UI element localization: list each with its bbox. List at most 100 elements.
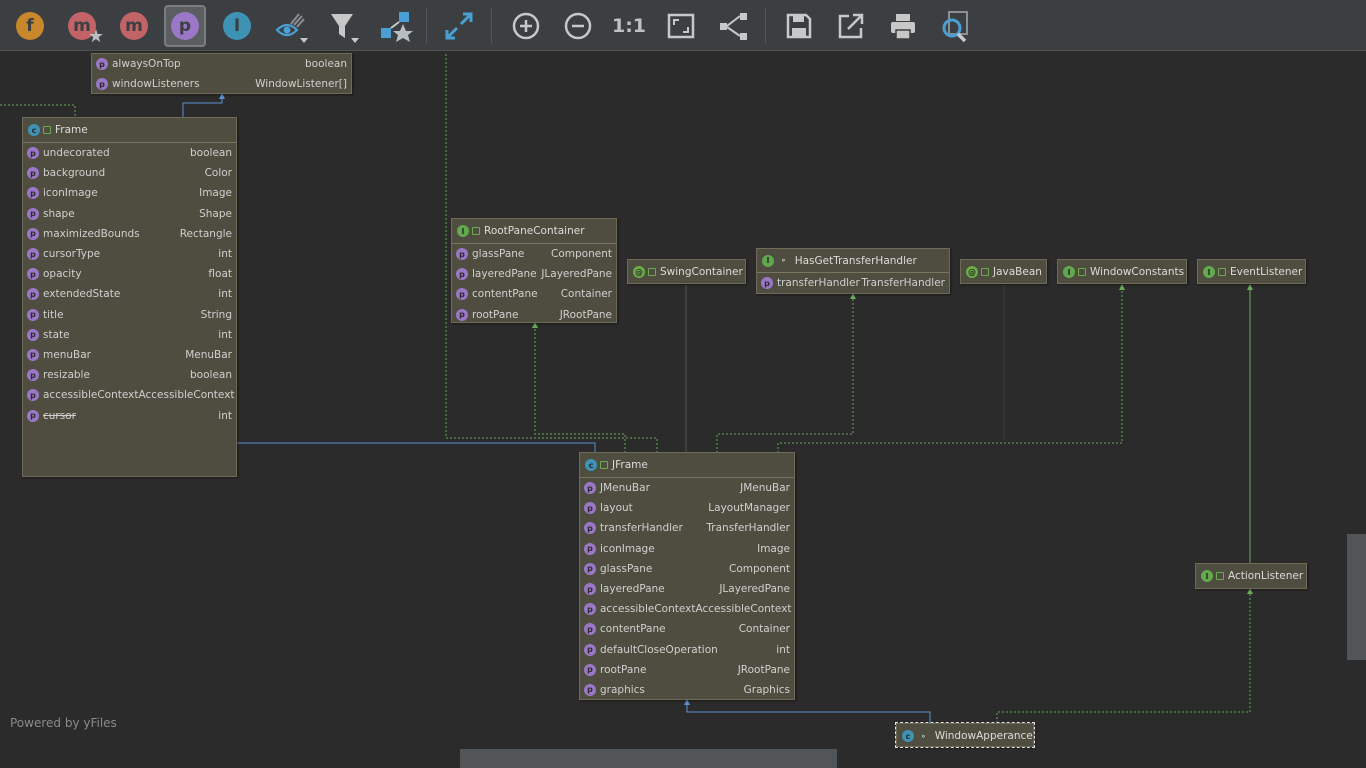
property-type: Color: [204, 167, 232, 180]
property-row[interactable]: p iconImage Image: [580, 539, 794, 559]
node-title: JavaBean: [993, 266, 1042, 278]
property-row[interactable]: p contentPane Container: [452, 284, 616, 304]
export-button[interactable]: [830, 5, 872, 47]
property-icon: p: [584, 603, 596, 616]
property-row[interactable]: p rootPane JRootPane: [452, 305, 616, 325]
zoom-in-button[interactable]: [505, 5, 547, 47]
has-get-transfer-handler-node[interactable]: I ⚬ HasGetTransferHandler p transferHand…: [756, 248, 950, 294]
property-icon: p: [96, 78, 108, 91]
property-row[interactable]: p title String: [23, 305, 236, 325]
property-icon: p: [27, 308, 39, 321]
property-name: shape: [43, 207, 75, 220]
property-type: Image: [757, 542, 790, 555]
node-header: c ⚬ WindowApperance: [897, 724, 1033, 748]
property-row[interactable]: p shape Shape: [23, 204, 236, 224]
property-row[interactable]: p accessibleContext AccessibleContext: [23, 385, 236, 405]
action-listener-node[interactable]: I ActionListener: [1195, 563, 1307, 589]
property-row[interactable]: p undecorated boolean: [23, 143, 236, 163]
property-row[interactable]: p defaultCloseOperation int: [580, 640, 794, 660]
property-row[interactable]: p layeredPane JLayeredPane: [452, 264, 616, 284]
property-icon: p: [456, 268, 468, 281]
property-icon: p: [584, 683, 596, 696]
save-button[interactable]: [778, 5, 820, 47]
property-icon: p: [27, 369, 39, 382]
actual-size-button[interactable]: 1:1: [608, 5, 650, 47]
property-row[interactable]: p layeredPane JLayeredPane: [580, 579, 794, 599]
property-icon: p: [584, 542, 596, 555]
node-title: WindowConstants: [1090, 266, 1185, 278]
property-icon: p: [27, 348, 39, 361]
swing-container-node[interactable]: @ SwingContainer: [627, 259, 746, 284]
property-icon: p: [584, 522, 596, 535]
property-name: title: [43, 308, 64, 321]
property-row[interactable]: p iconImage Image: [23, 183, 236, 203]
property-row[interactable]: p graphics Graphics: [580, 680, 794, 700]
property-icon: p: [27, 409, 39, 422]
methods-starred-button[interactable]: m ★: [61, 5, 104, 47]
property-name: glassPane: [472, 248, 525, 261]
window-constants-node[interactable]: I WindowConstants: [1057, 259, 1187, 284]
filter-button[interactable]: [322, 5, 364, 47]
method-icon: m ★: [68, 12, 104, 47]
event-listener-node[interactable]: I EventListener: [1197, 259, 1306, 284]
property-row[interactable]: p background Color: [23, 163, 236, 183]
property-row[interactable]: p transferHandler TransferHandler: [580, 518, 794, 538]
layout-button[interactable]: [712, 5, 754, 47]
node-title: SwingContainer: [660, 266, 743, 278]
vertical-scrollbar-thumb[interactable]: [1347, 534, 1366, 660]
property-row[interactable]: p glassPane Component: [580, 559, 794, 579]
window-properties-node[interactable]: p alwaysOnTop boolean p windowListeners …: [91, 53, 352, 94]
properties-button[interactable]: p: [164, 5, 206, 47]
print-preview-button[interactable]: [934, 5, 976, 47]
dependencies-button[interactable]: [374, 5, 416, 47]
public-visibility-icon: [1078, 268, 1086, 276]
fit-content-button[interactable]: [438, 5, 480, 47]
frame-class-node[interactable]: c Frame p undecorated boolean p background Co…: [22, 117, 237, 477]
property-name: glassPane: [600, 562, 653, 575]
property-name: graphics: [600, 683, 645, 696]
interface-icon: I: [1201, 570, 1213, 582]
property-row[interactable]: p menuBar MenuBar: [23, 345, 236, 365]
property-row[interactable]: p rootPane JRootPane: [580, 660, 794, 680]
diagram-toolbar: f m ★ m p I 1:1: [0, 0, 1366, 51]
window-apperance-node[interactable]: c ⚬ WindowApperance: [895, 722, 1035, 748]
interface-icon: I: [457, 225, 469, 237]
fit-page-button[interactable]: [660, 5, 702, 47]
root-pane-container-node[interactable]: I RootPaneContainer p glassPane Component p…: [451, 218, 617, 323]
zoom-out-button[interactable]: [557, 5, 599, 47]
property-row[interactable]: p transferHandler TransferHandler: [757, 273, 949, 293]
property-type: int: [218, 288, 232, 301]
fit-arrows-icon: [445, 12, 473, 40]
field-icon: f: [16, 12, 44, 40]
fit-page-icon: [667, 13, 695, 39]
property-row[interactable]: p resizable boolean: [23, 365, 236, 385]
layout-graph-icon: [720, 13, 747, 40]
fields-button[interactable]: f: [9, 5, 51, 47]
inner-classes-button[interactable]: I: [216, 5, 258, 47]
node-header: @ JavaBean: [961, 260, 1046, 284]
property-row[interactable]: p cursorType int: [23, 244, 236, 264]
property-row[interactable]: p contentPane Container: [580, 619, 794, 639]
property-row[interactable]: p windowListeners WindowListener[]: [92, 74, 351, 94]
property-row[interactable]: p cursor int: [23, 405, 236, 425]
property-type: Image: [199, 187, 232, 200]
property-row[interactable]: p extendedState int: [23, 284, 236, 304]
property-row[interactable]: p maximizedBounds Rectangle: [23, 224, 236, 244]
node-header: I EventListener: [1198, 260, 1305, 284]
property-type: TransferHandler: [706, 522, 790, 535]
property-row[interactable]: p layout LayoutManager: [580, 498, 794, 518]
property-row[interactable]: p accessibleContext AccessibleContext: [580, 599, 794, 619]
diagram-canvas[interactable]: p alwaysOnTop boolean p windowListeners …: [0, 52, 1366, 768]
property-icon: p: [171, 12, 199, 40]
java-bean-node[interactable]: @ JavaBean: [960, 259, 1047, 284]
property-row[interactable]: p JMenuBar JMenuBar: [580, 478, 794, 498]
property-row[interactable]: p alwaysOnTop boolean: [92, 54, 351, 74]
methods-button[interactable]: m: [113, 5, 155, 47]
horizontal-scrollbar-thumb[interactable]: [460, 749, 837, 768]
property-row[interactable]: p glassPane Component: [452, 244, 616, 264]
property-row[interactable]: p state int: [23, 325, 236, 345]
jframe-class-node[interactable]: c JFrame p JMenuBar JMenuBar p layout LayoutM…: [579, 452, 795, 700]
property-row[interactable]: p opacity float: [23, 264, 236, 284]
visibility-button[interactable]: [270, 5, 312, 47]
print-button[interactable]: [882, 5, 924, 47]
